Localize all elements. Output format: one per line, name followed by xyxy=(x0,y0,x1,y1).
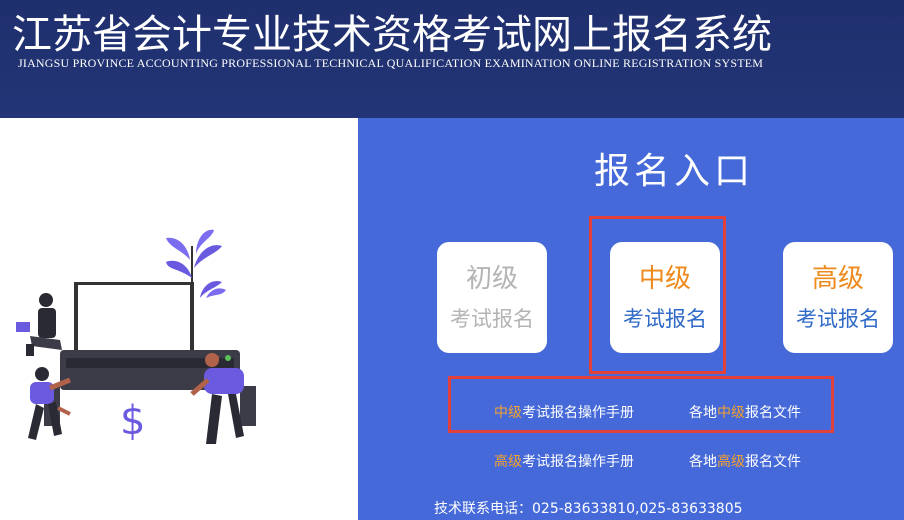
card-level-label: 高级 xyxy=(811,264,864,294)
portal-title: 报名入口 xyxy=(594,151,755,192)
card-senior-registration[interactable]: 高级 考试报名 xyxy=(783,242,893,353)
registration-panel: 报名入口 初级 考试报名 中级 考试报名 高级 考试报名 中级考试报名操作手册 … xyxy=(358,118,904,520)
plant-icon xyxy=(166,229,226,298)
printer-frame xyxy=(44,282,256,426)
person-sitting-icon xyxy=(16,293,62,356)
site-header: 江苏省会计专业技术资格考试网上报名系统 JIANGSU PROVINCE ACC… xyxy=(0,0,904,118)
link-text: 报名文件 xyxy=(745,405,801,421)
link-prefix: 各地 xyxy=(689,454,717,470)
link-text: 考试报名操作手册 xyxy=(522,454,634,470)
card-level-label: 中级 xyxy=(638,264,691,294)
link-senior-docs[interactable]: 各地高级报名文件 xyxy=(689,451,801,471)
link-highlight: 高级 xyxy=(494,454,522,470)
card-action-label: 考试报名 xyxy=(623,307,707,331)
dollar-icon: $ xyxy=(120,398,145,444)
contact-phone: 技术联系电话：025-83633810,025-83633805 xyxy=(434,501,743,517)
link-text: 报名文件 xyxy=(745,454,801,470)
site-title: 江苏省会计专业技术资格考试网上报名系统 xyxy=(12,12,772,58)
link-senior-manual[interactable]: 高级考试报名操作手册 xyxy=(494,451,634,471)
link-prefix: 各地 xyxy=(689,405,717,421)
card-action-label: 考试报名 xyxy=(796,307,880,331)
link-text: 考试报名操作手册 xyxy=(522,405,634,421)
link-intermediate-docs[interactable]: 各地中级报名文件 xyxy=(689,402,801,422)
card-intermediate-registration[interactable]: 中级 考试报名 xyxy=(610,242,720,353)
link-highlight: 中级 xyxy=(717,405,745,421)
card-level-label: 初级 xyxy=(465,264,518,294)
card-action-label: 考试报名 xyxy=(450,307,534,331)
link-highlight: 高级 xyxy=(717,454,745,470)
site-subtitle: JIANGSU PROVINCE ACCOUNTING PROFESSIONAL… xyxy=(18,56,764,70)
people-working-illustration: $ xyxy=(16,229,256,444)
card-junior-registration[interactable]: 初级 考试报名 xyxy=(437,242,547,353)
illustration-panel: $ xyxy=(0,118,358,520)
link-intermediate-manual[interactable]: 中级考试报名操作手册 xyxy=(494,402,634,422)
link-highlight: 中级 xyxy=(494,405,522,421)
